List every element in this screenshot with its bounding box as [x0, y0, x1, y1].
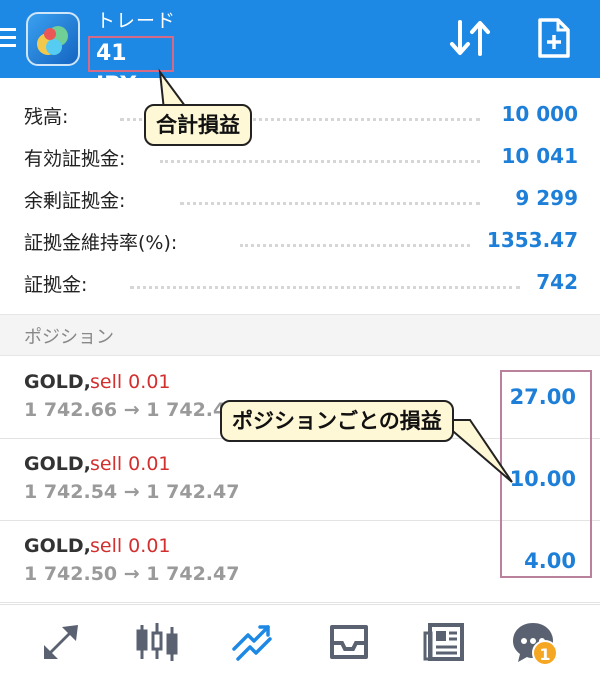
equity-label: 有効証拠金: [24, 144, 130, 171]
history-icon[interactable] [326, 619, 372, 665]
news-icon[interactable] [422, 619, 468, 665]
top-bar: トレード 41 JPY [0, 0, 600, 98]
position-prices: 1 742.54 → 1 742.47 [24, 481, 240, 503]
margin-row: 証拠金: 742 [0, 264, 600, 306]
total-profit-callout: 合計損益 [144, 104, 252, 146]
sort-icon[interactable] [448, 18, 492, 58]
dotted-leader [180, 202, 480, 205]
positions-title: ポジション [24, 327, 114, 348]
dotted-leader [130, 286, 520, 289]
margin-value: 742 [530, 270, 578, 294]
app-logo [26, 12, 80, 66]
balance-row: 残高: 10 000 [0, 96, 600, 138]
position-side: sell 0.01 [90, 535, 171, 557]
profit-highlight-frame [500, 370, 592, 578]
position-side: sell 0.01 [90, 453, 171, 475]
positions-section-header: ポジション [0, 314, 600, 356]
equity-row: 有効証拠金: 10 041 [0, 138, 600, 180]
page-title: トレード [96, 10, 177, 32]
per-position-callout: ポジションごとの損益 [220, 400, 454, 442]
equity-value: 10 041 [495, 144, 578, 168]
quotes-icon[interactable] [38, 619, 84, 665]
bottom-navigation [0, 604, 600, 680]
margin-level-value: 1353.47 [480, 228, 578, 252]
position-symbol: GOLD, [24, 535, 91, 557]
margin-label: 証拠金: [24, 270, 92, 297]
new-order-icon[interactable] [536, 16, 572, 60]
chart-icon[interactable] [134, 619, 180, 665]
position-prices: 1 742.50 → 1 742.47 [24, 563, 240, 585]
total-profit-label: 41 JPY [88, 36, 174, 98]
balance-label: 残高: [24, 102, 73, 129]
margin-level-label: 証拠金維持率(%): [24, 228, 182, 255]
free-margin-value: 9 299 [509, 186, 578, 210]
free-margin-row: 余剰証拠金: 9 299 [0, 180, 600, 222]
menu-icon[interactable] [0, 28, 18, 50]
trade-icon[interactable] [230, 619, 276, 665]
chat-badge: 1 [532, 640, 558, 666]
dotted-leader [160, 160, 480, 163]
position-side: sell 0.01 [90, 371, 171, 393]
margin-level-row: 証拠金維持率(%): 1353.47 [0, 222, 600, 264]
dotted-leader [240, 244, 470, 247]
position-symbol: GOLD, [24, 453, 91, 475]
balance-value: 10 000 [495, 102, 578, 126]
position-symbol: GOLD, [24, 371, 91, 393]
position-prices: 1 742.66 → 1 742.4 [24, 399, 227, 421]
free-margin-label: 余剰証拠金: [24, 186, 130, 213]
